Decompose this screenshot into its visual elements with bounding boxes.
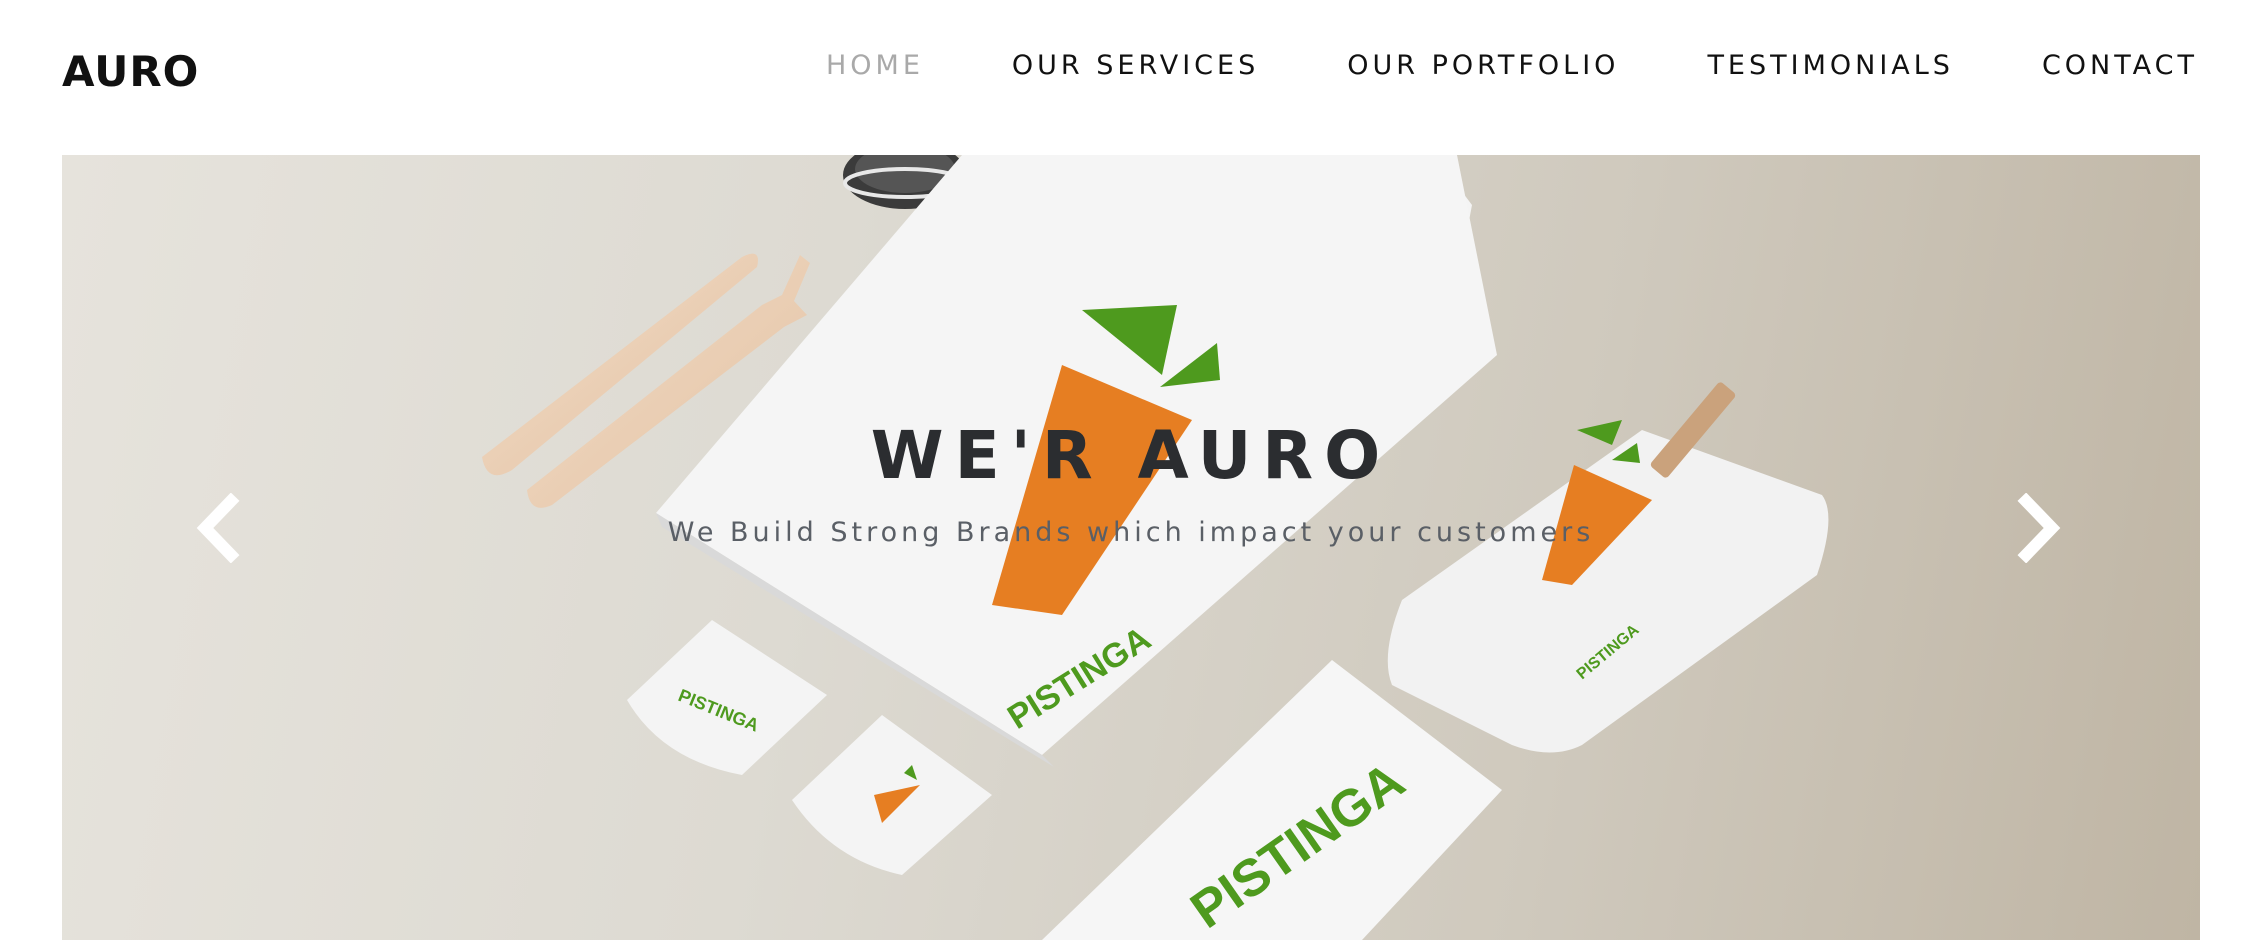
site-header: AURO HOME OUR SERVICES OUR PORTFOLIO TES… [0, 0, 2254, 155]
slider-next-button[interactable] [2010, 492, 2070, 564]
nav-item-our-portfolio[interactable]: OUR PORTFOLIO [1347, 50, 1619, 81]
slider-prev-button[interactable] [187, 492, 247, 564]
hero-title: WE'R AURO [870, 417, 1392, 494]
main-nav: HOME OUR SERVICES OUR PORTFOLIO TESTIMON… [738, 50, 2198, 81]
hero-slider: PISTINGA PISTINGA PISTINGA PISTINGA WE'R… [62, 155, 2200, 940]
nav-item-home[interactable]: HOME [826, 50, 924, 81]
nav-item-testimonials[interactable]: TESTIMONIALS [1707, 50, 1954, 81]
nav-item-our-services[interactable]: OUR SERVICES [1012, 50, 1259, 81]
hero-subtitle: We Build Strong Brands which impact your… [667, 517, 1595, 548]
chevron-left-icon [196, 492, 240, 564]
site-logo[interactable]: AURO [62, 47, 199, 96]
nav-item-contact[interactable]: CONTACT [2042, 50, 2198, 81]
chevron-right-icon [2017, 492, 2061, 564]
